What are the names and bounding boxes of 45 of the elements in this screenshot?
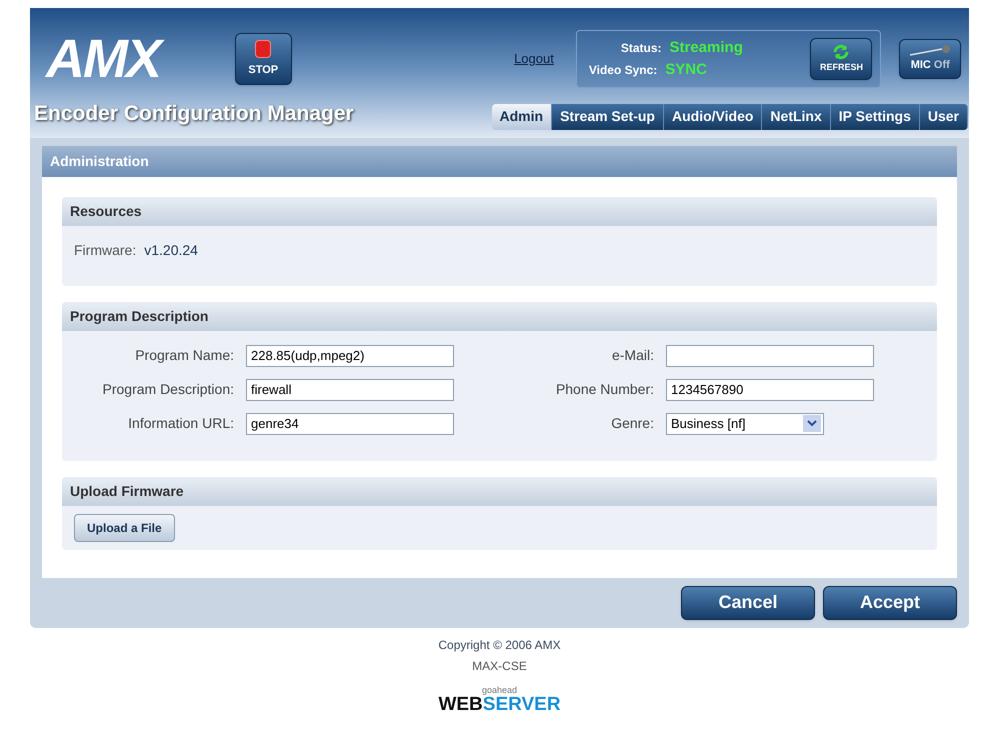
text-input-field[interactable]: firewall [246, 378, 454, 400]
action-button[interactable]: Cancel [681, 586, 815, 620]
nav-tab[interactable]: User [920, 104, 968, 130]
webserver-logo-text: WEBSERVER [438, 694, 561, 714]
panel-header: Administration [42, 146, 957, 176]
nav-tab[interactable]: Admin [492, 104, 552, 130]
copyright-text: Copyright © 2006 AMX [438, 636, 561, 654]
model-text: MAX-CSE [472, 658, 527, 674]
field-label: Genre: [610, 414, 654, 433]
status-label: Status: [620, 40, 662, 56]
stop-button[interactable]: STOP [234, 33, 292, 85]
field-label: Information URL: [127, 414, 234, 433]
mic-button[interactable]: MIC Off [899, 39, 962, 79]
text-input-field[interactable]: 1234567890 [666, 378, 874, 400]
field-label: Program Name: [134, 346, 234, 365]
nav-tab[interactable]: NetLinx [762, 104, 831, 130]
section-header: Upload Firmware [62, 476, 937, 506]
chevron-down-icon [803, 415, 821, 432]
microphone-icon [908, 44, 952, 57]
refresh-icon [832, 43, 850, 62]
firmware-value: v1.20.24 [144, 240, 198, 260]
nav-tab[interactable]: Stream Set-up [552, 104, 664, 130]
logout-link[interactable]: Logout [514, 49, 554, 69]
section-header: Resources [62, 196, 937, 226]
section-header: Program Description [62, 302, 937, 330]
page-title: Encoder Configuration Manager [34, 101, 354, 127]
logo: AMX [46, 32, 234, 86]
field-label: Phone Number: [554, 380, 654, 399]
field-label: Program Description: [102, 380, 234, 399]
field-label: e-Mail: [610, 346, 654, 365]
upload-file-button[interactable]: Upload a File [74, 514, 175, 542]
stop-icon [255, 40, 272, 58]
text-input-field[interactable]: genre34 [246, 412, 454, 434]
text-input-field[interactable] [666, 344, 874, 366]
nav-tab[interactable]: IP Settings [830, 104, 920, 130]
status-value: Streaming [670, 38, 743, 58]
firmware-label: Firmware: [74, 240, 136, 260]
video-sync-label: Video Sync: [588, 62, 658, 79]
goahead-caption: goahead [482, 686, 518, 694]
nav-tab[interactable]: Audio/Video [664, 104, 762, 130]
refresh-button[interactable]: REFRESH [810, 38, 872, 80]
text-input-field[interactable]: 228.85(udp,mpeg2) [246, 344, 454, 366]
action-button[interactable]: Accept [823, 586, 957, 620]
video-sync-value: SYNC [665, 60, 707, 80]
genre-select[interactable]: Business [nf] [666, 412, 824, 434]
